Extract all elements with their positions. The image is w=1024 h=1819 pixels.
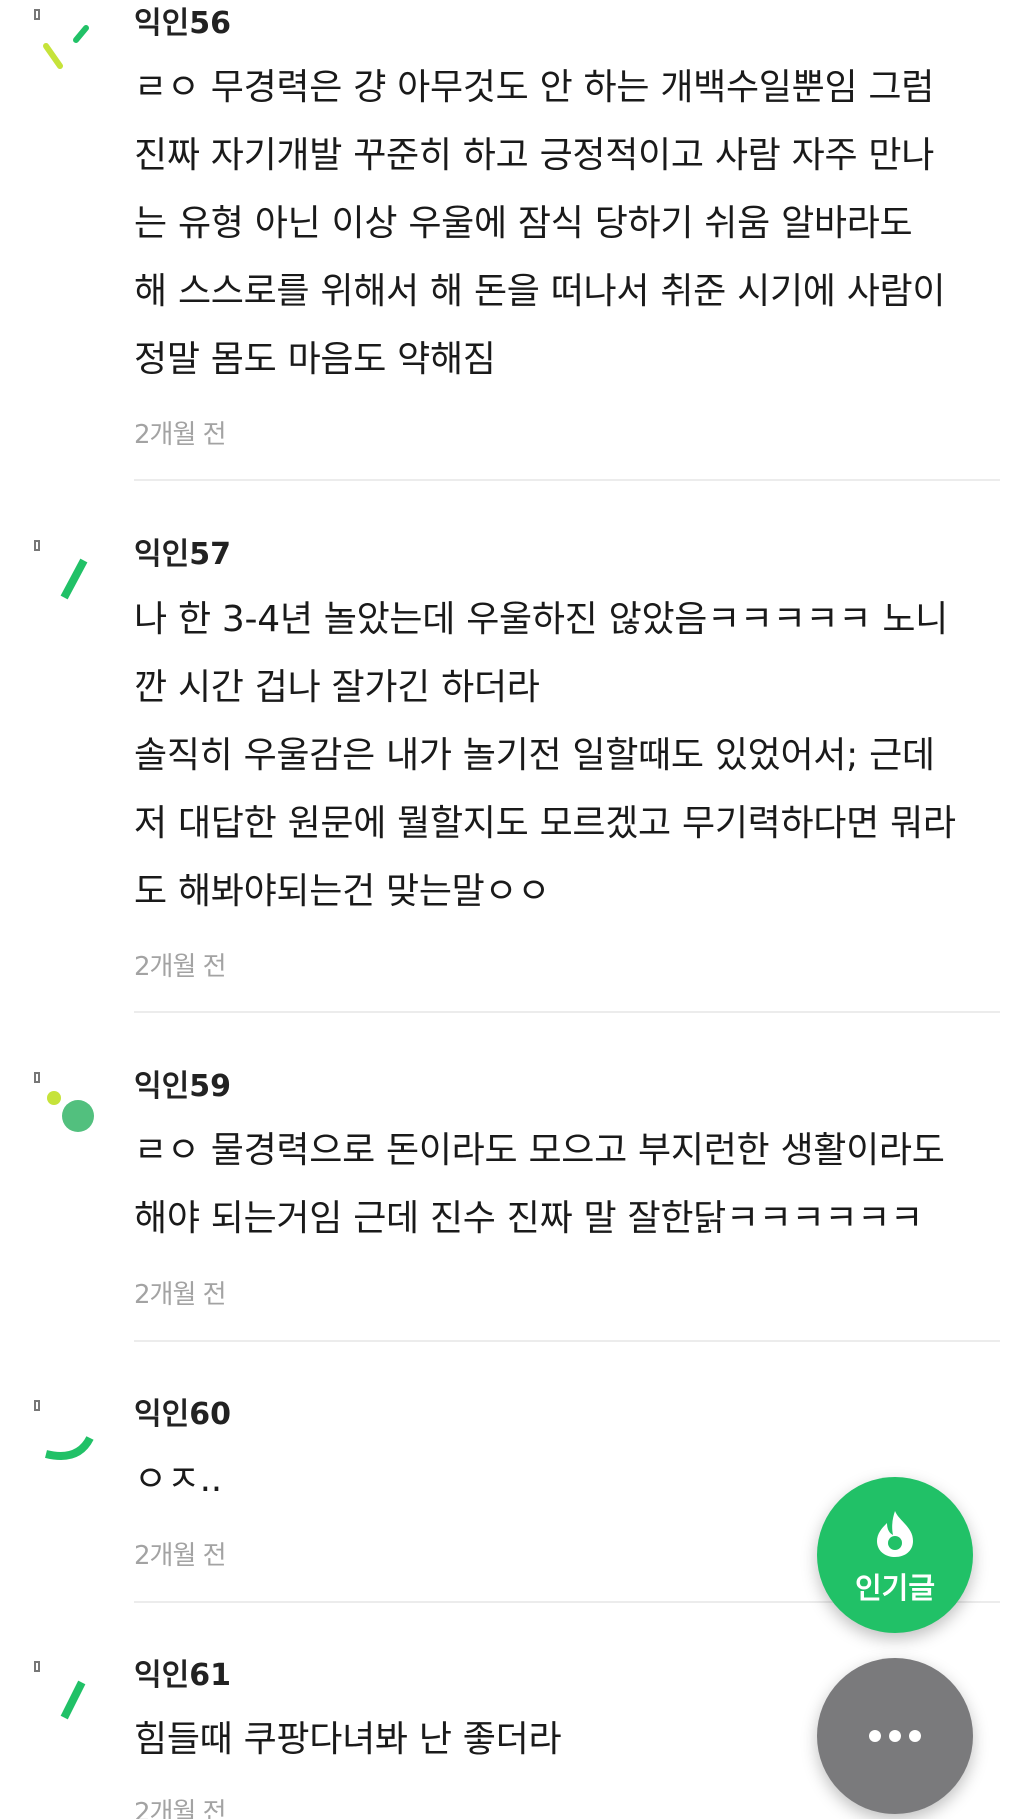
rank-marker: [34, 1400, 40, 1411]
comment-line: 도 해봐야되는건 맞는말ㅇㅇ: [134, 871, 551, 912]
comment-line: 해 스스로를 위해서 해 돈을 떠나서 취준 시기에 사람이: [134, 271, 946, 312]
rank-marker: [34, 1072, 40, 1083]
comment-line: 는 유형 아닌 이상 우울에 잠식 당하기 쉬움 알바라도: [134, 203, 913, 244]
green-dots-icon[interactable]: [40, 1086, 100, 1146]
comment-timestamp: 2개월 전: [134, 1541, 227, 1571]
comment-line: 저 대답한 원문에 뭘할지도 모르겠고 무기력하다면 뭐라: [134, 803, 956, 844]
comment-line: 해야 되는거임 근데 진수 진짜 말 잘한닭ㅋㅋㅋㅋㅋㅋ: [134, 1198, 923, 1239]
green-dash-icon[interactable]: [40, 1678, 100, 1738]
rank-marker: [34, 540, 40, 551]
comment-line: 솔직히 우울감은 내가 놀기전 일할때도 있었어서; 근데: [134, 735, 935, 776]
popular-posts-button[interactable]: 인기글: [817, 1477, 973, 1633]
comment-line: 깐 시간 겁나 잘가긴 하더라: [134, 667, 540, 708]
comment-body: 나 한 3-4년 놀았는데 우울하진 않았음ㅋㅋㅋㅋㅋ 노니 깐 시간 겁나 잘…: [134, 586, 1004, 926]
comment-body: ㄹㅇ 물경력으로 돈이라도 모으고 부지런한 생활이라도 해야 되는거임 근데 …: [134, 1117, 1004, 1253]
comment-timestamp: 2개월 전: [134, 952, 227, 982]
flame-icon: [877, 1511, 913, 1557]
comment-author[interactable]: 익인56: [134, 7, 231, 41]
comment-author[interactable]: 익인60: [134, 1398, 231, 1432]
comment-author[interactable]: 익인57: [134, 538, 231, 572]
comment-timestamp: 2개월 전: [134, 420, 227, 450]
more-dots-icon: [869, 1730, 921, 1742]
rank-marker: [34, 1661, 40, 1672]
comment-author[interactable]: 익인61: [134, 1659, 231, 1693]
comment-list-page: 익인56 ㄹㅇ 무경력은 걍 아무것도 안 하는 개백수일뿐임 그럼 진짜 자기…: [0, 0, 1024, 1819]
comment-line: 진짜 자기개발 꾸준히 하고 긍정적이고 사람 자주 만나: [134, 135, 935, 176]
lime-dashes-icon[interactable]: [40, 22, 100, 82]
popular-posts-label: 인기글: [854, 1571, 936, 1605]
comment-line: 정말 몸도 마음도 약해짐: [134, 339, 496, 380]
green-dash-icon[interactable]: [40, 556, 100, 616]
green-arc-icon[interactable]: [40, 1412, 100, 1472]
comment-timestamp: 2개월 전: [134, 1280, 227, 1310]
comment-line: ㄹㅇ 무경력은 걍 아무것도 안 하는 개백수일뿐임 그럼: [134, 67, 935, 108]
comment-divider: [134, 1011, 1000, 1013]
comment-divider: [134, 479, 1000, 481]
rank-marker: [34, 9, 40, 20]
comment-line: 나 한 3-4년 놀았는데 우울하진 않았음ㅋㅋㅋㅋㅋ 노니: [134, 599, 948, 640]
comment-body: ㄹㅇ 무경력은 걍 아무것도 안 하는 개백수일뿐임 그럼 진짜 자기개발 꾸준…: [134, 54, 1004, 394]
comment-line: ㄹㅇ 물경력으로 돈이라도 모으고 부지런한 생활이라도: [134, 1130, 945, 1171]
comment-divider: [134, 1340, 1000, 1342]
comment-author[interactable]: 익인59: [134, 1070, 231, 1104]
more-options-button[interactable]: [817, 1658, 973, 1814]
comment-timestamp: 2개월 전: [134, 1798, 227, 1819]
